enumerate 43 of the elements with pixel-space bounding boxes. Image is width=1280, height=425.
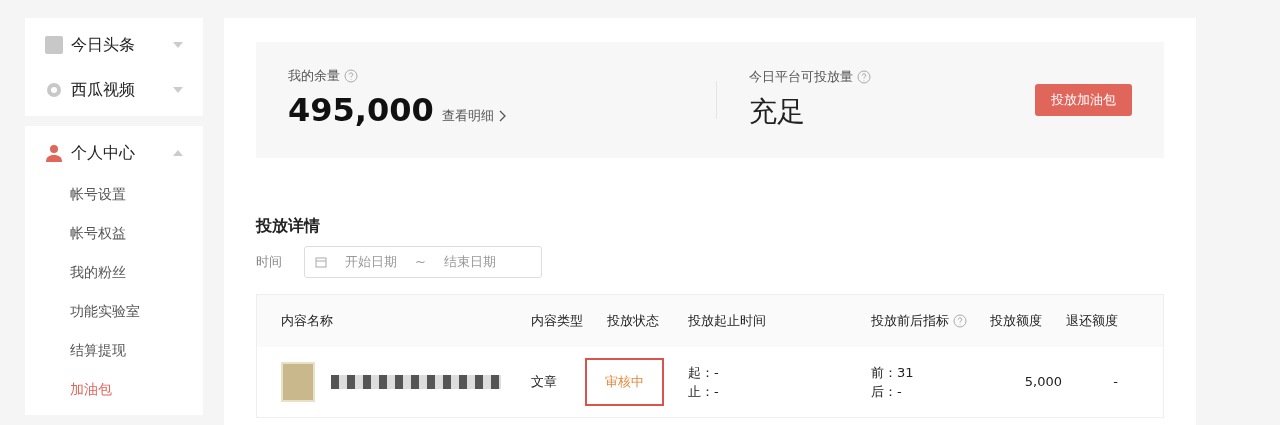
app-square-icon xyxy=(45,35,63,54)
sidebar-item[interactable]: 加油包 xyxy=(25,370,203,409)
sidebar-group[interactable]: 个人中心 xyxy=(25,130,203,175)
status-text: 审核中 xyxy=(585,358,664,406)
platform-quota-value: 充足 xyxy=(748,93,806,130)
balance-value: 495,000 xyxy=(288,89,434,131)
sidebar-item[interactable]: 帐号设置 xyxy=(25,175,203,214)
platform-quota-label: 今日平台可投放量 xyxy=(748,68,853,87)
sidebar-item[interactable]: 帐号权益 xyxy=(25,214,203,253)
table-cell-text: 起：- xyxy=(688,363,720,382)
help-icon[interactable] xyxy=(953,314,967,328)
chevron-right-icon xyxy=(497,110,506,122)
column-header: 投放额度 xyxy=(990,312,1042,331)
circle-icon xyxy=(45,80,63,99)
sidebar-item[interactable]: 功能实验室 xyxy=(25,292,203,331)
sidebar-item[interactable]: 结算提现 xyxy=(25,331,203,370)
column-header: 内容名称 xyxy=(281,312,333,331)
caret-icon xyxy=(173,41,183,48)
caret-icon xyxy=(173,149,183,156)
table-cell-text: 前：31 xyxy=(871,363,915,382)
table-cell-text: 止：- xyxy=(688,383,720,401)
column-header: 内容类型 xyxy=(531,312,583,331)
help-icon[interactable] xyxy=(856,70,871,84)
date-label: 时间 xyxy=(256,253,282,272)
table-cell-text: 后：- xyxy=(871,383,903,401)
view-details-link[interactable]: 查看明细 xyxy=(441,106,506,126)
balance-label: 我的余量 xyxy=(288,67,340,86)
help-icon[interactable] xyxy=(344,69,358,83)
section-title: 投放详情 xyxy=(256,215,321,237)
sidebar-item[interactable]: 我的粉丝 xyxy=(25,253,203,292)
column-header: 投放起止时间 xyxy=(688,312,766,331)
column-header: 投放状态 xyxy=(607,312,659,331)
table-cell: 5,000 xyxy=(1024,374,1062,390)
sidebar-group[interactable]: 今日头条 xyxy=(25,22,203,67)
caret-icon xyxy=(173,86,183,93)
table-cell: 文章 xyxy=(531,374,557,390)
column-header: 投放前后指标 xyxy=(871,312,949,331)
table-cell: - xyxy=(1113,374,1118,390)
thumbnail-placeholder xyxy=(281,362,315,402)
sidebar-group[interactable]: 西瓜视频 xyxy=(25,67,203,112)
person-icon xyxy=(45,143,63,162)
column-header: 退还额度 xyxy=(1066,312,1118,331)
calendar-icon xyxy=(315,256,327,268)
